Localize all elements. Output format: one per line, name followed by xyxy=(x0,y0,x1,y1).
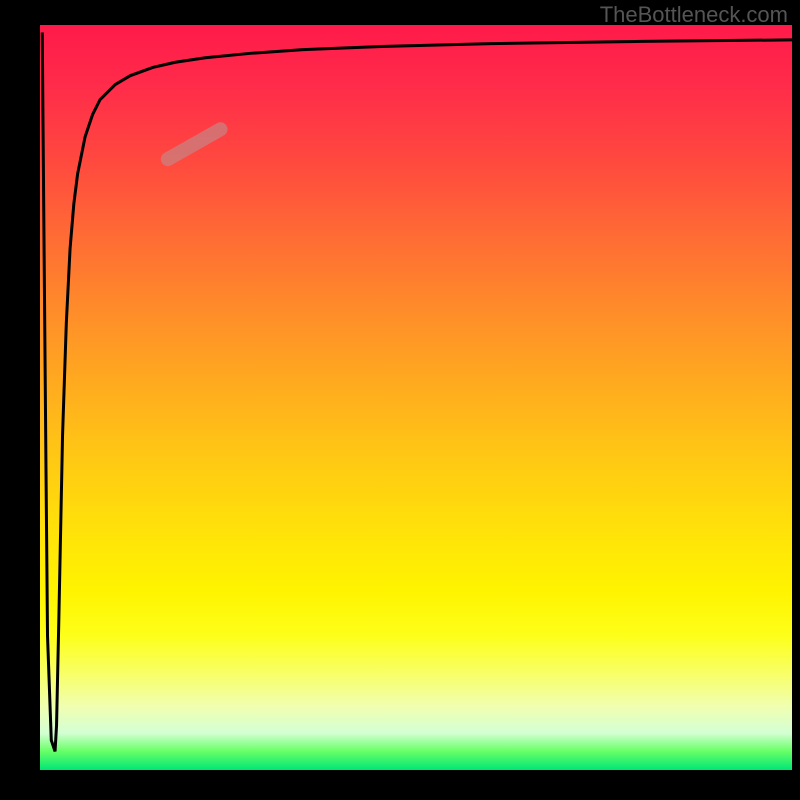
watermark-text: TheBottleneck.com xyxy=(600,2,788,28)
main-curve xyxy=(42,32,792,751)
highlight-segment xyxy=(168,129,221,159)
chart-curve-svg xyxy=(40,25,792,770)
